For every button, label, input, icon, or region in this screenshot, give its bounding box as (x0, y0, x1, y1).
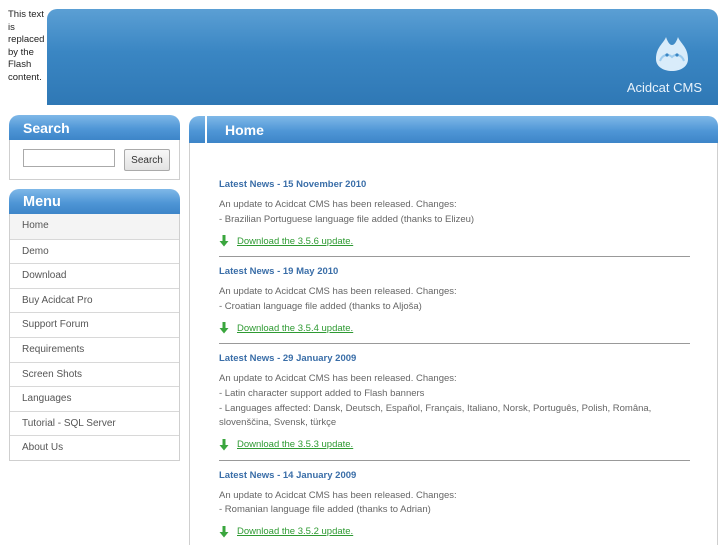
news-title: Latest News - 14 January 2009 (219, 469, 357, 481)
news-change: - Croatian language file added (thanks t… (219, 300, 422, 312)
header-notch (205, 116, 207, 143)
download-arrow-icon (219, 438, 229, 451)
news-intro: An update to Acidcat CMS has been releas… (219, 489, 457, 501)
cat-logo-icon (656, 37, 688, 71)
menu-item-support-forum[interactable]: Support Forum (10, 312, 179, 337)
download-link[interactable]: Download the 3.5.6 update. (237, 236, 353, 247)
menu-item-home[interactable]: Home (10, 214, 179, 239)
news-item: Latest News - 15 November 2010 An update… (219, 179, 690, 258)
download-link[interactable]: Download the 3.5.3 update. (237, 439, 353, 450)
menu-item-demo[interactable]: Demo (10, 238, 179, 264)
menu-item-download[interactable]: Download (10, 263, 179, 288)
news-item: Latest News - 29 January 2009 An update … (219, 353, 690, 461)
search-panel: Search Search (9, 115, 180, 180)
menu-item-languages[interactable]: Languages (10, 386, 179, 411)
menu-item-requirements[interactable]: Requirements (10, 336, 179, 362)
news-change: - Latin character support added to Flash… (219, 387, 425, 399)
download-link[interactable]: Download the 3.5.2 update. (237, 526, 353, 537)
news-list: Latest News - 15 November 2010 An update… (189, 143, 718, 545)
news-intro: An update to Acidcat CMS has been releas… (219, 286, 457, 298)
page-title: Home (225, 122, 264, 138)
download-link[interactable]: Download the 3.5.4 update. (237, 323, 353, 334)
download-row: Download the 3.5.4 update. (219, 322, 690, 334)
news-change: - Brazilian Portuguese language file add… (219, 213, 475, 225)
news-change: - Romanian language file added (thanks t… (219, 504, 431, 516)
news-item: Latest News - 14 January 2009 An update … (219, 470, 690, 545)
news-intro: An update to Acidcat CMS has been releas… (219, 199, 457, 210)
news-title: Latest News - 15 November 2010 (219, 179, 367, 190)
site-header: Acidcat CMS (47, 9, 718, 105)
menu-item-about-us[interactable]: About Us (10, 435, 179, 460)
news-title: Latest News - 19 May 2010 (219, 266, 339, 278)
news-title: Latest News - 29 January 2009 (219, 353, 357, 365)
menu-panel-title: Menu (9, 189, 180, 214)
menu-item-screen-shots[interactable]: Screen Shots (10, 361, 179, 387)
download-row: Download the 3.5.6 update. (219, 235, 690, 247)
menu-list: Home Demo Download Buy Acidcat Pro Suppo… (9, 214, 180, 461)
download-row: Download the 3.5.2 update. (219, 525, 690, 538)
search-panel-title: Search (9, 115, 180, 140)
news-change: - Languages affected: Dansk, Deutsch, Es… (219, 402, 652, 429)
menu-item-buy-acidcat-pro[interactable]: Buy Acidcat Pro (10, 287, 179, 313)
menu-panel: Menu Home Demo Download Buy Acidcat Pro … (9, 189, 180, 461)
download-arrow-icon (219, 235, 229, 247)
search-button[interactable]: Search (124, 149, 170, 171)
news-item: Latest News - 19 May 2010 An update to A… (219, 266, 690, 345)
download-arrow-icon (219, 525, 229, 538)
search-input[interactable] (23, 149, 115, 167)
content-header: Home (189, 116, 718, 143)
menu-item-tutorial-sql-server[interactable]: Tutorial - SQL Server (10, 410, 179, 436)
main-content: Home Latest News - 15 November 2010 An u… (189, 116, 718, 545)
search-form: Search (9, 140, 180, 180)
brand-name: Acidcat CMS (626, 80, 702, 95)
download-row: Download the 3.5.3 update. (219, 438, 690, 451)
news-intro: An update to Acidcat CMS has been releas… (219, 373, 457, 385)
download-arrow-icon (219, 322, 229, 334)
flash-placeholder-text: This text is replaced by the Flash conte… (8, 9, 45, 83)
